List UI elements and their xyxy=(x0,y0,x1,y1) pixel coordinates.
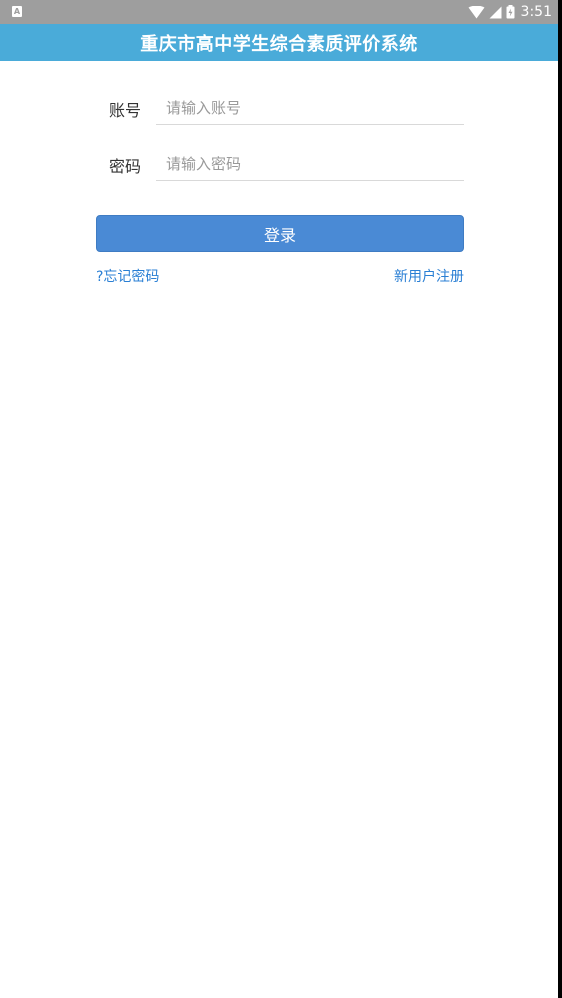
a-box-icon: A xyxy=(12,6,22,17)
link-row: ?忘记密码 新用户注册 xyxy=(96,266,464,286)
battery-charging-icon xyxy=(506,5,515,19)
title-bar: 重庆市高中学生综合素质评价系统 xyxy=(0,24,558,61)
account-input[interactable] xyxy=(156,91,464,125)
account-row: 账号 xyxy=(96,80,464,126)
page-title: 重庆市高中学生综合素质评价系统 xyxy=(140,33,418,55)
forgot-password-link[interactable]: ?忘记密码 xyxy=(96,266,159,286)
wifi-icon xyxy=(468,5,485,19)
status-bar: A 3:51 xyxy=(0,0,558,24)
password-row: 密码 xyxy=(96,136,464,182)
password-input[interactable] xyxy=(156,147,464,181)
login-form: 账号 密码 xyxy=(96,80,464,192)
login-button[interactable]: 登录 xyxy=(96,215,464,252)
status-time: 3:51 xyxy=(520,4,552,20)
login-screen: A 3:51 重庆市高中学生综合素质评价系统 账号 请输入账号 密码 登录 ?忘… xyxy=(0,0,558,998)
cell-signal-icon xyxy=(489,6,502,19)
register-link[interactable]: 新用户注册 xyxy=(394,266,464,286)
account-label: 账号 xyxy=(109,101,142,120)
password-label: 密码 xyxy=(109,157,142,176)
status-icons: 3:51 xyxy=(468,0,552,24)
